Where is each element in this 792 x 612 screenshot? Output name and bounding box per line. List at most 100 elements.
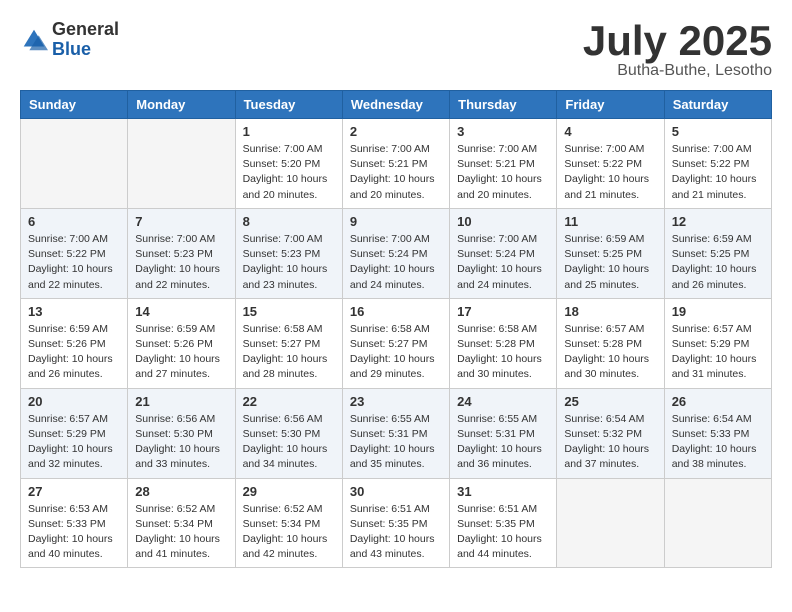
calendar-cell: 25Sunrise: 6:54 AMSunset: 5:32 PMDayligh… (557, 388, 664, 478)
day-number: 31 (457, 484, 549, 499)
calendar-cell: 22 Sunrise: 6:56 AMSunset: 5:30 PMDayligh… (235, 388, 342, 478)
day-number: 3 (457, 124, 549, 139)
calendar-week-row: 13 Sunrise: 6:59 AMSunset: 5:26 PMDayligh… (21, 298, 772, 388)
day-info: Sunrise: 7:00 AMSunset: 5:24 PMDaylight:… (350, 232, 442, 293)
page-header: General Blue July 2025 Butha-Buthe, Leso… (20, 20, 772, 80)
day-number: 30 (350, 484, 442, 499)
day-number: 25 (564, 394, 656, 409)
calendar-cell: 24 Sunrise: 6:55 AMSunset: 5:31 PMDayligh… (450, 388, 557, 478)
day-number: 28 (135, 484, 227, 499)
day-info: Sunrise: 6:55 AMSunset: 5:31 PMDaylight:… (350, 412, 442, 473)
calendar-cell: 31 Sunrise: 6:51 AMSunset: 5:35 PMDayligh… (450, 478, 557, 568)
day-info: Sunrise: 7:00 AMSunset: 5:23 PMDaylight:… (135, 232, 227, 293)
day-info: Sunrise: 6:57 AMSunset: 5:29 PMDaylight:… (28, 412, 120, 473)
day-info: Sunrise: 6:58 AMSunset: 5:28 PMDaylight:… (457, 322, 549, 383)
day-info: Sunrise: 6:57 AMSunset: 5:29 PMDaylight:… (672, 322, 764, 383)
day-number: 5 (672, 124, 764, 139)
day-info: Sunrise: 6:59 AMSunset: 5:25 PMDaylight:… (672, 232, 764, 293)
calendar-week-row: 27 Sunrise: 6:53 AMSunset: 5:33 PMDayligh… (21, 478, 772, 568)
calendar-cell: 17 Sunrise: 6:58 AMSunset: 5:28 PMDayligh… (450, 298, 557, 388)
day-info: Sunrise: 7:00 AMSunset: 5:21 PMDaylight:… (350, 142, 442, 203)
title-block: July 2025 Butha-Buthe, Lesotho (583, 20, 772, 80)
day-number: 24 (457, 394, 549, 409)
day-info: Sunrise: 6:56 AMSunset: 5:30 PMDaylight:… (135, 412, 227, 473)
day-info: Sunrise: 6:56 AMSunset: 5:30 PMDaylight:… (243, 412, 335, 473)
day-number: 29 (243, 484, 335, 499)
day-info: Sunrise: 6:52 AMSunset: 5:34 PMDaylight:… (243, 502, 335, 563)
day-number: 7 (135, 214, 227, 229)
day-number: 15 (243, 304, 335, 319)
day-number: 9 (350, 214, 442, 229)
day-number: 11 (564, 214, 656, 229)
calendar-cell: 7 Sunrise: 7:00 AMSunset: 5:23 PMDaylight… (128, 208, 235, 298)
calendar-cell: 3Sunrise: 7:00 AMSunset: 5:21 PMDaylight… (450, 119, 557, 209)
day-number: 8 (243, 214, 335, 229)
calendar-cell: 16 Sunrise: 6:58 AMSunset: 5:27 PMDayligh… (342, 298, 449, 388)
logo-text: General Blue (52, 20, 119, 60)
day-info: Sunrise: 6:53 AMSunset: 5:33 PMDaylight:… (28, 502, 120, 563)
calendar-week-row: 1 Sunrise: 7:00 AMSunset: 5:20 PMDaylight… (21, 119, 772, 209)
weekday-header: Tuesday (235, 91, 342, 119)
day-info: Sunrise: 7:00 AMSunset: 5:20 PMDaylight:… (243, 142, 335, 203)
day-number: 13 (28, 304, 120, 319)
day-info: Sunrise: 6:59 AMSunset: 5:26 PMDaylight:… (28, 322, 120, 383)
calendar-cell: 20 Sunrise: 6:57 AMSunset: 5:29 PMDayligh… (21, 388, 128, 478)
calendar-cell: 26Sunrise: 6:54 AMSunset: 5:33 PMDayligh… (664, 388, 771, 478)
calendar-cell (128, 119, 235, 209)
day-info: Sunrise: 6:52 AMSunset: 5:34 PMDaylight:… (135, 502, 227, 563)
day-info: Sunrise: 6:51 AMSunset: 5:35 PMDaylight:… (457, 502, 549, 563)
day-number: 27 (28, 484, 120, 499)
day-info: Sunrise: 7:00 AMSunset: 5:22 PMDaylight:… (28, 232, 120, 293)
day-number: 6 (28, 214, 120, 229)
day-number: 2 (350, 124, 442, 139)
day-info: Sunrise: 7:00 AMSunset: 5:22 PMDaylight:… (672, 142, 764, 203)
logo: General Blue (20, 20, 119, 60)
logo-icon (20, 26, 48, 54)
calendar-cell: 14Sunrise: 6:59 AMSunset: 5:26 PMDayligh… (128, 298, 235, 388)
calendar-cell: 10Sunrise: 7:00 AMSunset: 5:24 PMDayligh… (450, 208, 557, 298)
calendar-cell: 9 Sunrise: 7:00 AMSunset: 5:24 PMDaylight… (342, 208, 449, 298)
day-number: 26 (672, 394, 764, 409)
weekday-header: Monday (128, 91, 235, 119)
calendar-cell: 12 Sunrise: 6:59 AMSunset: 5:25 PMDayligh… (664, 208, 771, 298)
calendar-cell: 30 Sunrise: 6:51 AMSunset: 5:35 PMDayligh… (342, 478, 449, 568)
location-title: Butha-Buthe, Lesotho (583, 62, 772, 80)
calendar-table: SundayMondayTuesdayWednesdayThursdayFrid… (20, 90, 772, 568)
day-number: 4 (564, 124, 656, 139)
calendar-cell: 11Sunrise: 6:59 AMSunset: 5:25 PMDayligh… (557, 208, 664, 298)
calendar-cell: 8 Sunrise: 7:00 AMSunset: 5:23 PMDaylight… (235, 208, 342, 298)
day-number: 17 (457, 304, 549, 319)
day-number: 21 (135, 394, 227, 409)
day-info: Sunrise: 6:55 AMSunset: 5:31 PMDaylight:… (457, 412, 549, 473)
calendar-cell: 18Sunrise: 6:57 AMSunset: 5:28 PMDayligh… (557, 298, 664, 388)
day-number: 1 (243, 124, 335, 139)
month-title: July 2025 (583, 20, 772, 62)
day-info: Sunrise: 6:51 AMSunset: 5:35 PMDaylight:… (350, 502, 442, 563)
calendar-cell: 19Sunrise: 6:57 AMSunset: 5:29 PMDayligh… (664, 298, 771, 388)
calendar-week-row: 6 Sunrise: 7:00 AMSunset: 5:22 PMDaylight… (21, 208, 772, 298)
calendar-cell: 23Sunrise: 6:55 AMSunset: 5:31 PMDayligh… (342, 388, 449, 478)
day-number: 12 (672, 214, 764, 229)
day-number: 22 (243, 394, 335, 409)
weekday-header: Thursday (450, 91, 557, 119)
calendar-cell: 13 Sunrise: 6:59 AMSunset: 5:26 PMDayligh… (21, 298, 128, 388)
calendar-week-row: 20 Sunrise: 6:57 AMSunset: 5:29 PMDayligh… (21, 388, 772, 478)
calendar-cell (557, 478, 664, 568)
logo-general: General (52, 20, 119, 40)
day-info: Sunrise: 6:58 AMSunset: 5:27 PMDaylight:… (350, 322, 442, 383)
calendar-cell: 4Sunrise: 7:00 AMSunset: 5:22 PMDaylight… (557, 119, 664, 209)
day-info: Sunrise: 6:57 AMSunset: 5:28 PMDaylight:… (564, 322, 656, 383)
day-number: 16 (350, 304, 442, 319)
day-number: 20 (28, 394, 120, 409)
day-info: Sunrise: 6:59 AMSunset: 5:26 PMDaylight:… (135, 322, 227, 383)
weekday-header: Saturday (664, 91, 771, 119)
day-info: Sunrise: 7:00 AMSunset: 5:24 PMDaylight:… (457, 232, 549, 293)
calendar-cell: 21 Sunrise: 6:56 AMSunset: 5:30 PMDayligh… (128, 388, 235, 478)
calendar-cell: 28 Sunrise: 6:52 AMSunset: 5:34 PMDayligh… (128, 478, 235, 568)
day-info: Sunrise: 7:00 AMSunset: 5:23 PMDaylight:… (243, 232, 335, 293)
calendar-cell (21, 119, 128, 209)
calendar-header-row: SundayMondayTuesdayWednesdayThursdayFrid… (21, 91, 772, 119)
calendar-cell (664, 478, 771, 568)
weekday-header: Wednesday (342, 91, 449, 119)
weekday-header: Friday (557, 91, 664, 119)
